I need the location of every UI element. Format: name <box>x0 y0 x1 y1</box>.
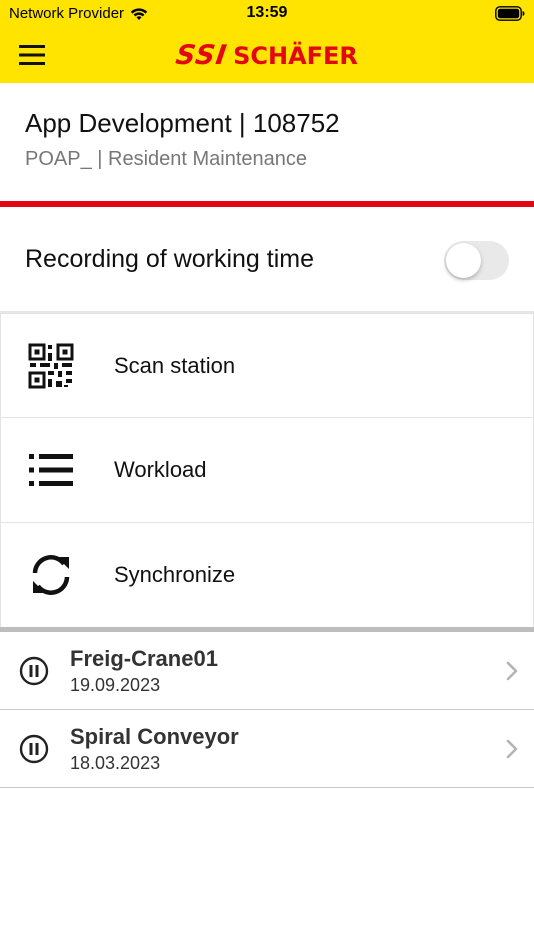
item-date: 18.03.2023 <box>70 753 161 773</box>
synchronize-label: Synchronize <box>114 562 236 587</box>
chevron-right-icon <box>506 739 518 759</box>
history-list: Freig-Crane01 19.09.2023 Spiral Conveyor… <box>0 632 534 788</box>
pause-circle-icon[interactable] <box>19 734 49 764</box>
recording-label: Recording of working time <box>25 245 315 273</box>
project-title: App Development | 108752 <box>25 108 340 138</box>
scan-station-button[interactable]: Scan station <box>0 313 534 418</box>
item-name: Spiral Conveyor <box>70 724 239 749</box>
app-header: Network Provider 13:59 SSI SCHÄFER <box>0 0 534 83</box>
pause-circle-icon[interactable] <box>19 656 49 686</box>
item-name: Freig-Crane01 <box>70 646 218 671</box>
action-list: Scan station Workload Synchronize <box>0 313 534 628</box>
nav-bar: SSI SCHÄFER <box>0 28 534 83</box>
list-icon <box>26 445 76 495</box>
workload-label: Workload <box>114 457 207 482</box>
status-bar: Network Provider 13:59 <box>0 0 534 28</box>
toggle-knob <box>446 243 481 278</box>
battery-icon <box>495 6 525 21</box>
status-time: 13:59 <box>246 4 288 21</box>
recording-toggle[interactable] <box>444 241 509 280</box>
sync-icon <box>26 550 76 600</box>
item-date: 19.09.2023 <box>70 675 161 695</box>
project-subtitle: POAP_ | Resident Maintenance <box>25 148 308 170</box>
recording-row: Recording of working time <box>0 207 534 313</box>
list-item[interactable]: Freig-Crane01 19.09.2023 <box>0 632 534 710</box>
qr-code-icon <box>26 341 76 391</box>
scan-station-label: Scan station <box>114 353 236 378</box>
workload-button[interactable]: Workload <box>0 418 534 523</box>
project-header: App Development | 108752 POAP_ | Residen… <box>0 83 534 201</box>
synchronize-button[interactable]: Synchronize <box>0 523 534 628</box>
chevron-right-icon <box>506 661 518 681</box>
brand-logo: SSI SCHÄFER <box>0 40 534 71</box>
logo-ssi: SSI <box>173 40 230 71</box>
logo-schafer: SCHÄFER <box>233 41 358 70</box>
list-item[interactable]: Spiral Conveyor 18.03.2023 <box>0 710 534 788</box>
